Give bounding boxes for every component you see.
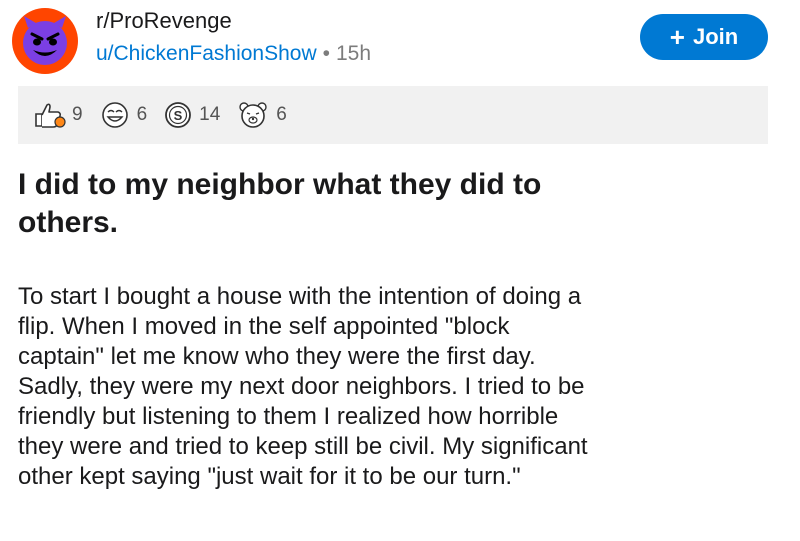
post-title[interactable]: I did to my neighbor what they did to ot… — [18, 166, 718, 242]
post-body-line: they were and tried to keep still be civ… — [18, 433, 588, 460]
award-thumbs-up[interactable]: 9 — [32, 100, 83, 130]
subreddit-avatar[interactable] — [12, 8, 78, 74]
post-body-line: other kept saying "just wait for it to b… — [18, 463, 521, 490]
award-bear-face[interactable]: 6 — [236, 100, 287, 130]
post-header: r/ProRevenge u/ChickenFashionShow • 15h + … — [0, 0, 800, 86]
username-link[interactable]: u/ChickenFashionShow — [96, 42, 317, 65]
award-silver-coin[interactable]: S 14 — [163, 100, 220, 130]
post-body-line: friendly but listening to them I realize… — [18, 403, 559, 430]
post-body-line: Sadly, they were my next door neighbors.… — [18, 373, 585, 400]
post-body-line: flip. When I moved in the self appointed… — [18, 313, 510, 340]
bear-face-award-icon — [239, 102, 267, 128]
subreddit-name[interactable]: r/ProRevenge — [96, 8, 232, 34]
award-count: 6 — [276, 104, 287, 125]
post-title-line: I did to my neighbor what they did to — [18, 168, 542, 201]
join-label: Join — [692, 24, 739, 49]
award-laughing-face[interactable]: 6 — [99, 100, 148, 130]
post-time: 15h — [335, 42, 372, 65]
award-count: 6 — [136, 104, 148, 125]
award-count: 9 — [72, 104, 83, 125]
join-button[interactable]: + Join — [640, 14, 768, 60]
thumbs-up-award-icon — [35, 103, 66, 128]
svg-text:S: S — [174, 108, 183, 123]
devil-face-icon — [23, 16, 67, 65]
meta-separator: • — [322, 42, 330, 65]
silver-coin-award-icon: S — [165, 102, 192, 128]
post-body-line: To start I bought a house with the inten… — [18, 283, 582, 310]
post-meta: u/ChickenFashionShow • 15h — [96, 42, 371, 66]
awards-bar: 9 6 S 14 6 — [18, 86, 768, 144]
plus-icon: + — [669, 22, 685, 52]
award-count: 14 — [199, 104, 221, 125]
post-body: To start I bought a house with the inten… — [18, 282, 778, 492]
post-title-line: others. — [18, 206, 119, 239]
post-body-line: captain" let me know who they were the f… — [18, 343, 536, 370]
laughing-face-award-icon — [101, 102, 128, 128]
